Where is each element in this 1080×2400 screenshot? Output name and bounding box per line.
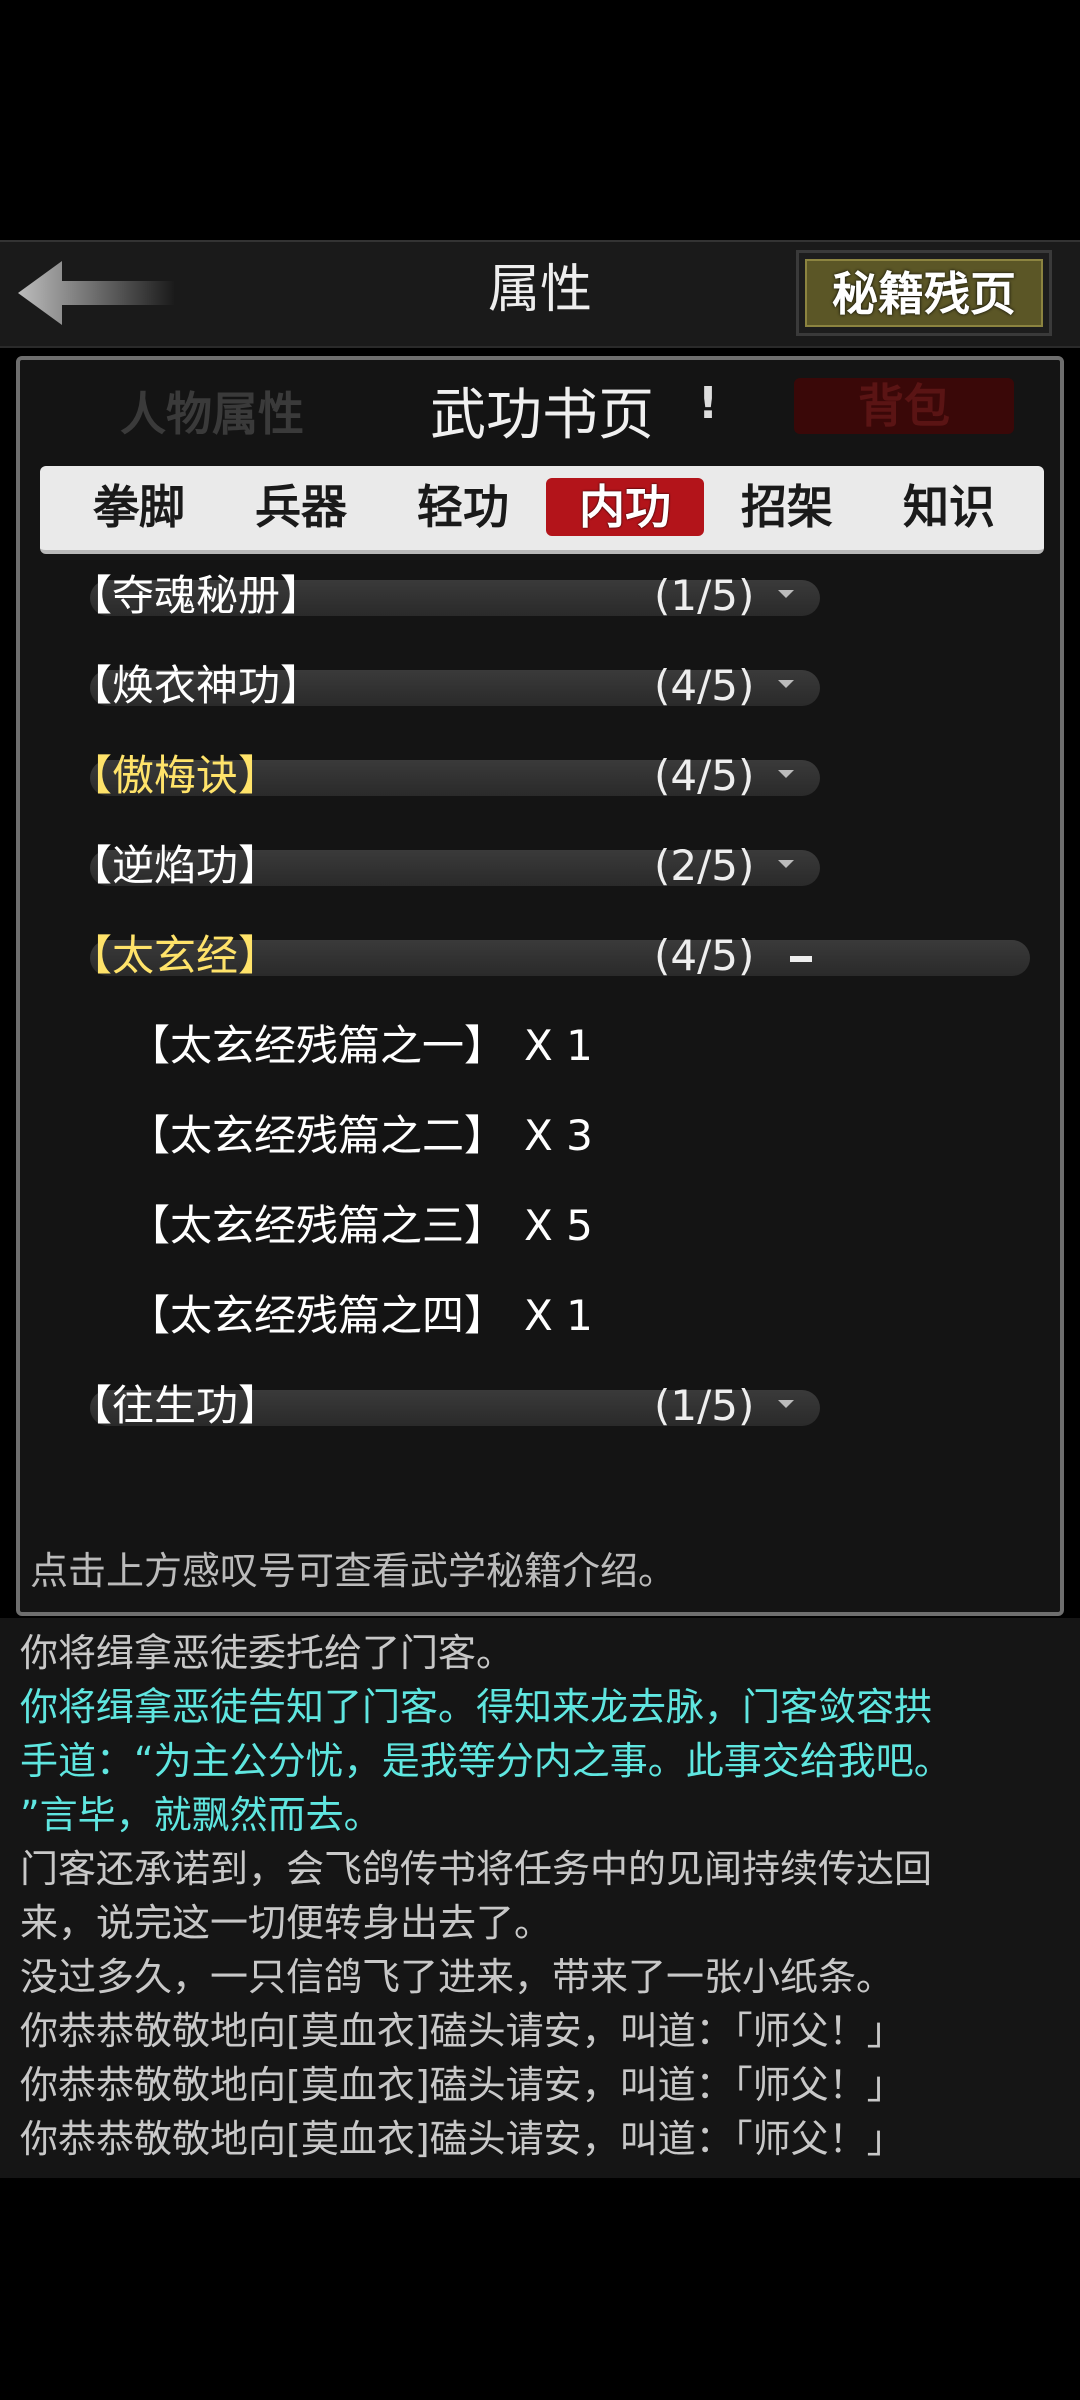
bag-tab[interactable]: 背包 <box>794 378 1014 434</box>
log-line: ”言毕，就飘然而去。 <box>20 1793 382 1837</box>
book-name: 【傲梅诀】 <box>70 751 281 800</box>
chevron-down-icon <box>778 1400 794 1408</box>
tab-lightness[interactable]: 轻功 <box>384 478 542 536</box>
info-exclamation-icon[interactable]: ! <box>698 378 718 429</box>
secret-pages-button[interactable]: 秘籍残页 <box>796 250 1052 336</box>
log-line: 没过多久，一只信鸽飞了进来，带来了一张小纸条。 <box>20 1955 895 1999</box>
category-tabs: 拳脚 兵器 轻功 内功 招架 知识 <box>40 466 1044 554</box>
book-row[interactable]: 【傲梅诀】 (4/5) <box>70 748 830 800</box>
book-row[interactable]: 【焕衣神功】 (4/5) <box>70 658 830 710</box>
book-progress: (1/5) <box>654 571 755 620</box>
tab-weapon[interactable]: 兵器 <box>222 478 380 536</box>
book-pages-title: 武功书页 <box>430 383 654 448</box>
log-line: 你将缉拿恶徒委托给了门客。 <box>20 1631 515 1675</box>
chevron-down-icon <box>778 860 794 868</box>
fragment-item: 【太玄经残篇之二】 X 3 <box>128 1108 593 1164</box>
log-line: 你恭恭敬敬地向[莫血衣]磕头请安，叫道：「师父！」 <box>20 2063 905 2107</box>
book-name: 【夺魂秘册】 <box>70 571 323 620</box>
panel-header: 人物属性 武功书页 ! 背包 <box>40 360 1060 450</box>
book-name: 【焕衣神功】 <box>70 661 323 710</box>
secret-pages-label: 秘籍残页 <box>805 259 1043 327</box>
fragment-name: 【太玄经残篇之三】 <box>128 1201 507 1250</box>
fragment-qty: X 1 <box>524 1021 593 1070</box>
fragment-qty: X 5 <box>524 1201 593 1250</box>
fragment-name: 【太玄经残篇之二】 <box>128 1111 507 1160</box>
tab-fist[interactable]: 拳脚 <box>60 478 218 536</box>
fragment-name: 【太玄经残篇之四】 <box>128 1291 507 1340</box>
tab-inner[interactable]: 内功 <box>546 478 704 536</box>
book-progress: (4/5) <box>654 661 755 710</box>
book-row[interactable]: 【往生功】 (1/5) <box>70 1378 830 1430</box>
book-progress: (1/5) <box>654 1381 755 1430</box>
hint-text: 点击上方感叹号可查看武学秘籍介绍。 <box>30 1549 677 1593</box>
book-name: 【往生功】 <box>70 1381 281 1430</box>
book-row-expanded[interactable]: 【太玄经】 (4/5) <box>70 928 1030 980</box>
collapse-minus-icon <box>790 956 812 962</box>
book-progress: (2/5) <box>654 841 755 890</box>
log-line: 你恭恭敬敬地向[莫血衣]磕头请安，叫道：「师父！」 <box>20 2117 905 2161</box>
char-attr-tab[interactable]: 人物属性 <box>120 378 304 444</box>
martial-book-panel: 人物属性 武功书页 ! 背包 拳脚 兵器 轻功 内功 招架 知识 【夺魂秘册】 … <box>16 356 1064 1616</box>
log-line: 手道：“为主公分忧，是我等分内之事。此事交给我吧。 <box>20 1739 952 1783</box>
fragment-item: 【太玄经残篇之三】 X 5 <box>128 1198 593 1254</box>
message-log: 你将缉拿恶徒委托给了门客。 你将缉拿恶徒告知了门客。得知来龙去脉，门客敛容拱 手… <box>0 1618 1080 2178</box>
book-name: 【太玄经】 <box>70 931 281 980</box>
chevron-down-icon <box>778 590 794 598</box>
book-row[interactable]: 【夺魂秘册】 (1/5) <box>70 568 830 620</box>
log-line: 门客还承诺到，会飞鸽传书将任务中的见闻持续传达回 <box>20 1847 933 1891</box>
book-progress: (4/5) <box>654 931 755 980</box>
tab-parry[interactable]: 招架 <box>708 478 866 536</box>
book-name: 【逆焰功】 <box>70 841 281 890</box>
tab-knowledge[interactable]: 知识 <box>870 478 1028 536</box>
book-progress: (4/5) <box>654 751 755 800</box>
fragment-item: 【太玄经残篇之一】 X 1 <box>128 1018 593 1074</box>
page-title: 属性 <box>487 260 592 320</box>
log-line: 你恭恭敬敬地向[莫血衣]磕头请安，叫道：「师父！」 <box>20 2009 905 2053</box>
back-arrow-icon[interactable] <box>10 255 180 331</box>
fragment-qty: X 1 <box>524 1291 593 1340</box>
fragment-item: 【太玄经残篇之四】 X 1 <box>128 1288 593 1344</box>
chevron-down-icon <box>778 770 794 778</box>
log-line: 来，说完这一切便转身出去了。 <box>20 1901 553 1945</box>
fragment-name: 【太玄经残篇之一】 <box>128 1021 507 1070</box>
book-row[interactable]: 【逆焰功】 (2/5) <box>70 838 830 890</box>
log-line: 你将缉拿恶徒告知了门客。得知来龙去脉，门客敛容拱 <box>20 1685 933 1729</box>
chevron-down-icon <box>778 680 794 688</box>
fragment-qty: X 3 <box>524 1111 593 1160</box>
